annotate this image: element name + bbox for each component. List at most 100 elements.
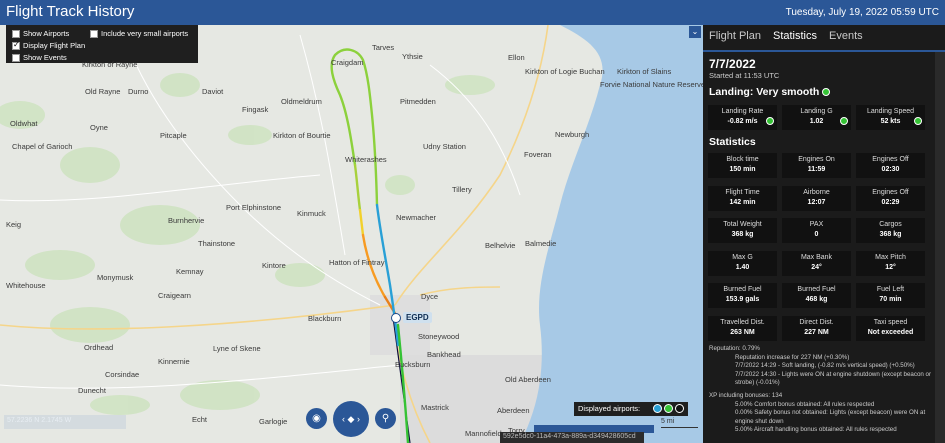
flight-id: 592e5dc0-11a4-473a-889a-d349428605cd	[500, 432, 644, 443]
stat-value: 12:07	[807, 198, 826, 206]
stat-label: PAX	[809, 221, 824, 228]
note-line: Reputation increase for 227 NM (+0.30%)	[735, 353, 850, 361]
place-label: Ythsie	[402, 52, 423, 61]
tab-statistics[interactable]: Statistics	[773, 30, 817, 42]
stat-value: 1.40	[735, 263, 750, 271]
stat-label: Burned Fuel	[723, 286, 762, 293]
note-line: XP including bonuses: 134	[709, 391, 783, 399]
stat-label: Travelled Dist.	[720, 318, 765, 326]
stat-card: Fuel Left 70 min	[856, 283, 925, 308]
panel-scrollbar[interactable]	[935, 52, 945, 443]
place-label: Dunecht	[78, 386, 106, 395]
stat-value: 368 kg	[731, 231, 754, 238]
airport-marker-icon[interactable]	[391, 313, 401, 323]
show-events-label: Show Events	[23, 53, 67, 62]
tab-events[interactable]: Events	[829, 30, 863, 42]
place-label: Thainstone	[198, 239, 236, 248]
checkbox-box[interactable]	[90, 29, 98, 38]
place-label: Whiterashes	[345, 155, 387, 164]
show-airports-checkbox[interactable]: Show Airports	[12, 29, 69, 38]
place-label: Blackburn	[308, 314, 342, 323]
checkbox-box-checked[interactable]	[12, 40, 20, 50]
stat-card: Max Pitch 12°	[856, 250, 925, 276]
place-label: Dyce	[421, 292, 439, 301]
stat-value: 11:59	[807, 166, 826, 173]
map-view[interactable]: Show Airports Include very small airport…	[0, 25, 703, 443]
stat-card: Direct Dist. 227 NM	[782, 315, 851, 341]
stat-card: Flight Time 142 min	[708, 185, 777, 211]
stat-card: Landing Rate -0.82 m/s	[708, 105, 777, 130]
place-label: Pitmedden	[400, 97, 436, 106]
stat-label: Flight Time	[725, 188, 760, 196]
airport-type-toggle[interactable]	[664, 404, 673, 413]
airport-type-toggle[interactable]	[675, 404, 684, 413]
checkbox-box[interactable]	[12, 29, 20, 38]
stat-card: Travelled Dist. 263 NM	[708, 315, 777, 341]
stat-card: Block time 150 min	[708, 153, 777, 178]
stat-value: 227 NM	[804, 328, 829, 336]
place-label: Udny Station	[423, 142, 466, 151]
place-label: Craigdam	[331, 58, 364, 67]
place-label: Chapel of Garioch	[12, 142, 73, 151]
stat-value: 153.9 gals	[725, 296, 760, 303]
stat-card: Engines Off 02:30	[856, 153, 925, 178]
stat-value: 142 min	[729, 198, 756, 206]
place-label: Kirkton of Rayne	[82, 60, 138, 69]
place-label: Port Elphinstone	[226, 203, 282, 212]
chevron-down-icon[interactable]: ⌄	[689, 26, 701, 38]
place-label: Burnhervie	[168, 216, 205, 225]
stat-card: Engines On 11:59	[782, 153, 851, 178]
include-small-airports-checkbox[interactable]: Include very small airports	[90, 29, 188, 38]
place-label: Old Rayne	[85, 87, 121, 96]
stat-card: Taxi speed Not exceeded	[856, 315, 925, 341]
checkbox-box[interactable]	[12, 53, 20, 62]
statistics-title: Statistics	[709, 136, 756, 148]
stat-card: Total Weight 368 kg	[708, 218, 777, 243]
show-airports-label: Show Airports	[23, 29, 70, 38]
pan-control-icon[interactable]: ‹ ◆ ›	[333, 401, 369, 437]
stat-card: Landing G 1.02	[782, 105, 851, 130]
notes: Reputation: 0.79% Reputation increase for…	[709, 345, 933, 435]
place-label: Echt	[192, 415, 208, 424]
place-label: Mannofield	[465, 429, 502, 438]
note-line: 5.00% Aircraft handling bonus obtained: …	[735, 426, 897, 434]
landing-title: Landing: Very smooth	[709, 86, 831, 98]
place-label: Hatton of Fintray	[329, 258, 385, 267]
place-label: Forvie National Nature Reserve	[600, 80, 703, 89]
display-flight-plan-checkbox[interactable]: Display Flight Plan	[12, 40, 85, 50]
place-label: Kirkton of Slains	[617, 67, 672, 76]
panel-tabs: Flight Plan Statistics Events	[709, 30, 863, 42]
place-label: Tarves	[372, 43, 395, 52]
stat-label: Cargos	[879, 221, 902, 228]
stat-label: Max G	[732, 253, 753, 261]
place-label: Stoneywood	[418, 332, 460, 341]
stat-value: Not exceeded	[867, 328, 914, 336]
app-title: Flight Track History	[6, 3, 135, 20]
displayed-airports-label: Displayed airports:	[578, 404, 641, 413]
map-scale: 5 mi	[661, 418, 698, 428]
note-line: 5.00% Comfort bonus obtained: All rules …	[735, 400, 875, 408]
status-ok-icon	[840, 117, 848, 125]
show-events-checkbox[interactable]: Show Events	[12, 53, 67, 62]
eye-icon[interactable]: ◉	[306, 408, 327, 429]
current-datetime: Tuesday, July 19, 2022 05:59 UTC	[785, 7, 939, 18]
coordinates-readout: 57.2236 N 2.1745 W	[4, 415, 126, 429]
place-label: Balmedie	[525, 239, 557, 248]
stat-value: 468 kg	[805, 296, 828, 303]
stat-value: 02:29	[881, 198, 900, 206]
stat-value: 263 NM	[730, 328, 755, 336]
airport-label[interactable]: EGPD	[403, 312, 432, 323]
place-label: Bucksburn	[395, 360, 431, 369]
stat-label: Engines Off	[872, 156, 909, 163]
place-label: Kinnernie	[158, 357, 190, 366]
details-panel: Flight Plan Statistics Events 7/7/2022 S…	[703, 25, 945, 443]
place-label: Oldmeldrum	[281, 97, 322, 106]
airport-type-toggle[interactable]	[653, 404, 662, 413]
tab-flight-plan[interactable]: Flight Plan	[709, 30, 761, 42]
search-icon[interactable]: ⚲	[375, 408, 396, 429]
place-label: Kirkton of Logie Buchan	[525, 67, 605, 76]
stat-card: PAX 0	[782, 218, 851, 243]
landing-title-text: Landing: Very smooth	[709, 86, 820, 98]
note-line: 7/7/2022 14:29 - Soft landing, (-0.82 m/…	[735, 362, 915, 370]
note-line: 7/7/2022 14:30 - Lights were ON at engin…	[735, 370, 932, 387]
